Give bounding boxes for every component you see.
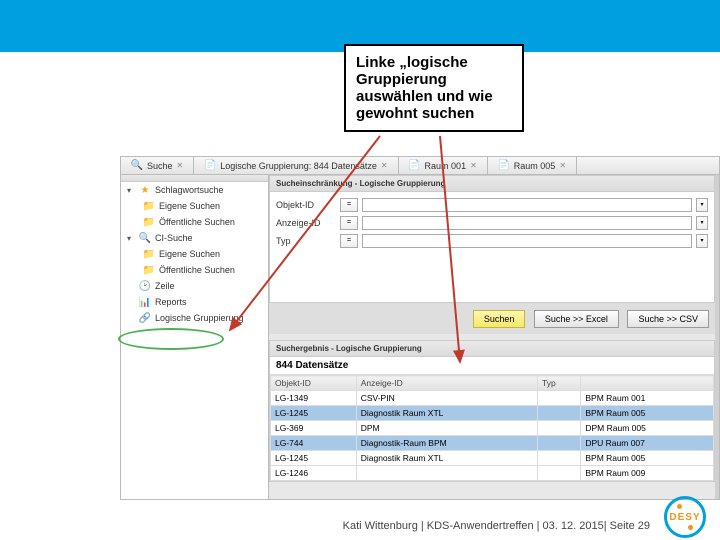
item-icon: 📊 [139,296,151,308]
table-cell [356,466,537,481]
table-cell: DPM [356,421,537,436]
table-cell: Diagnostik Raum XTL [356,406,537,421]
table-row[interactable]: LG-1349CSV-PIN BPM Raum 001 [271,391,714,406]
sidebar-item-label: Eigene Suchen [159,249,220,259]
dropdown-icon[interactable]: ▾ [696,216,708,230]
tab-3[interactable]: 📄 Raum 005✕ [488,157,577,174]
column-header[interactable]: Typ [538,376,581,391]
dropdown-icon[interactable]: ▾ [696,234,708,248]
item-icon: 🕑 [139,280,151,292]
table-cell: LG-1245 [271,451,357,466]
sidebar-item-label: Reports [155,297,187,307]
table-cell: LG-744 [271,436,357,451]
arrow-to-search [420,130,480,390]
table-cell: BPM Raum 005 [581,406,714,421]
table-row[interactable]: LG-744Diagnostik-Raum BPM DPU Raum 007 [271,436,714,451]
slide-footer: Kati Wittenburg | KDS-Anwendertreffen | … [0,520,650,532]
table-cell: CSV-PIN [356,391,537,406]
table-cell: DPU Raum 007 [581,436,714,451]
table-cell [538,451,581,466]
group-icon: 🔍 [139,232,151,244]
table-cell: DPM Raum 005 [581,421,714,436]
column-header[interactable] [581,376,714,391]
tab-label: Raum 005 [514,161,556,171]
folder-icon: 📁 [143,248,155,260]
tab-icon: 📄 [204,160,216,172]
table-cell [538,406,581,421]
close-icon[interactable]: ✕ [559,161,566,170]
sidebar-item-label: CI-Suche [155,233,193,243]
tab-0[interactable]: 🔍 Suche ✕ [121,157,194,174]
table-cell: Diagnostik-Raum BPM [356,436,537,451]
sidebar-item-label: Zeile [155,281,175,291]
table-row[interactable]: LG-1245Diagnostik Raum XTL BPM Raum 005 [271,451,714,466]
table-cell: LG-1246 [271,466,357,481]
table-cell: BPM Raum 005 [581,451,714,466]
sidebar-item-label: Schlagwortsuche [155,185,224,195]
dropdown-icon[interactable]: ▾ [696,198,708,212]
table-cell [538,466,581,481]
table-row[interactable]: LG-1245Diagnostik Raum XTL BPM Raum 005 [271,406,714,421]
tab-icon: 🔍 [131,160,143,172]
tab-icon: 📄 [498,160,510,172]
table-cell: LG-1349 [271,391,357,406]
table-cell: LG-369 [271,421,357,436]
search-csv-button[interactable]: Suche >> CSV [627,310,709,328]
table-cell: LG-1245 [271,406,357,421]
desy-logo: DESY [664,496,706,538]
column-header[interactable]: Objekt-ID [271,376,357,391]
folder-icon: 📁 [143,200,155,212]
sidebar-item-label: Eigene Suchen [159,201,220,211]
chevron-down-icon: ▾ [127,186,135,195]
group-icon: ★ [139,184,151,196]
table-cell [538,436,581,451]
callout-box: Linke „logische Gruppierung auswählen un… [344,44,524,132]
table-cell: BPM Raum 009 [581,466,714,481]
table-cell [538,421,581,436]
table-cell: Diagnostik Raum XTL [356,451,537,466]
table-row[interactable]: LG-369DPM DPM Raum 005 [271,421,714,436]
close-icon[interactable]: ✕ [177,161,184,170]
table-row[interactable]: LG-1246 BPM Raum 009 [271,466,714,481]
table-cell: BPM Raum 001 [581,391,714,406]
chevron-down-icon: ▾ [127,234,135,243]
folder-icon: 📁 [143,264,155,276]
search-excel-button[interactable]: Suche >> Excel [534,310,619,328]
results-table: Objekt-IDAnzeige-IDTyp LG-1349CSV-PINBPM… [270,375,714,481]
table-cell [538,391,581,406]
arrow-to-sidebar [220,130,420,360]
item-icon: 🔗 [139,312,151,324]
folder-icon: 📁 [143,216,155,228]
highlight-oval [118,328,224,350]
search-button[interactable]: Suchen [473,310,526,328]
tab-label: Suche [147,161,173,171]
